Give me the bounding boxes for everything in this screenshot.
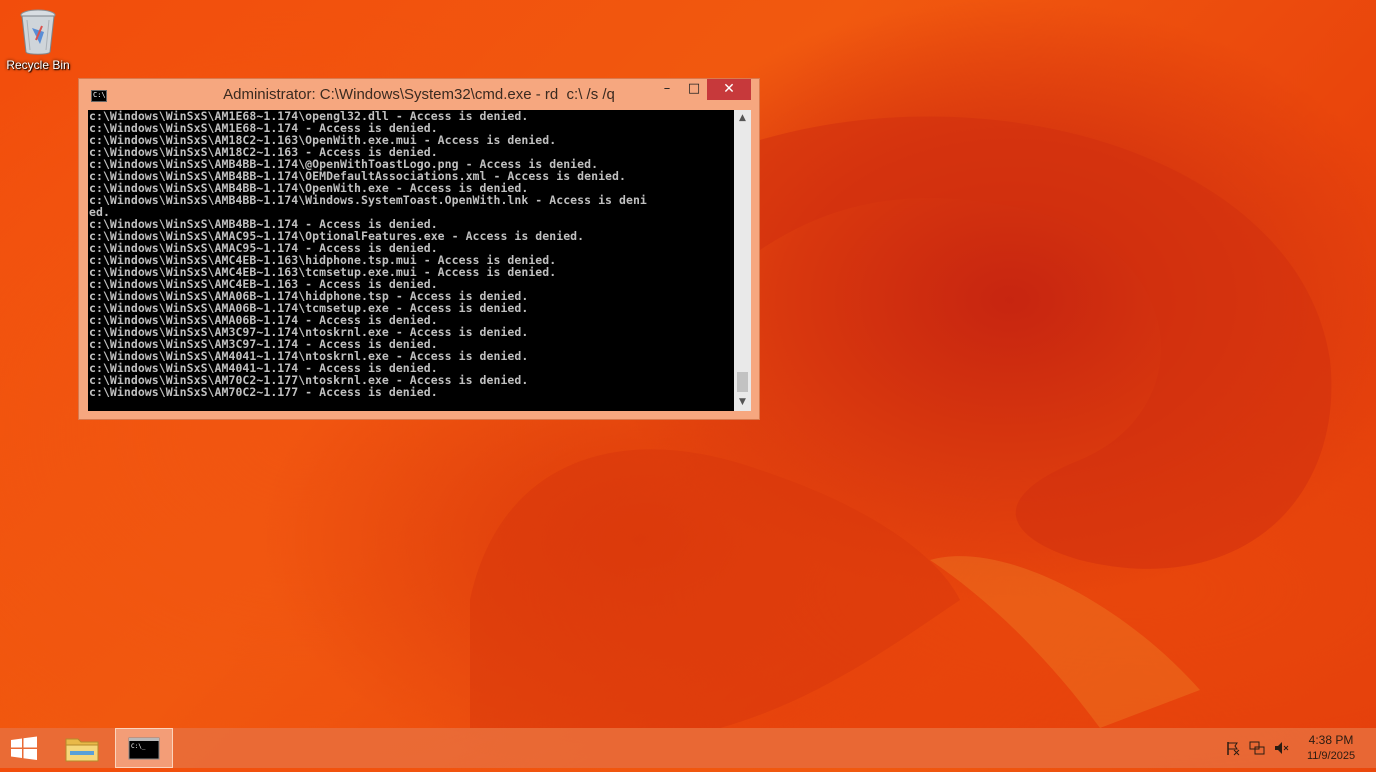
minimize-button[interactable]: –: [653, 79, 681, 100]
taskbar: C:\_ 4:38 PM 11/9/2025: [0, 728, 1376, 768]
cmd-window[interactable]: C:\ Administrator: C:\Windows\System32\c…: [78, 78, 760, 420]
command-prompt-taskbar-button[interactable]: C:\_: [115, 728, 173, 768]
window-titlebar[interactable]: C:\ Administrator: C:\Windows\System32\c…: [79, 79, 759, 109]
speaker-muted-icon[interactable]: [1273, 740, 1289, 756]
svg-text:C:\_: C:\_: [131, 743, 146, 750]
windows-logo-icon: [11, 736, 37, 760]
file-explorer-button[interactable]: [58, 728, 106, 768]
taskbar-clock[interactable]: 4:38 PM 11/9/2025: [1296, 732, 1366, 764]
cmd-icon: C:\_: [128, 737, 160, 760]
network-icon[interactable]: [1249, 740, 1265, 756]
maximize-button[interactable]: □: [681, 79, 707, 100]
desktop-icon-recycle-bin[interactable]: Recycle Bin: [6, 6, 70, 72]
start-button[interactable]: [0, 728, 48, 768]
close-button[interactable]: ✕: [707, 79, 751, 100]
recycle-bin-icon: [20, 9, 56, 55]
action-center-flag-icon[interactable]: [1225, 740, 1241, 756]
folder-icon: [65, 738, 99, 762]
scroll-thumb[interactable]: [737, 372, 748, 392]
console-output[interactable]: c:\Windows\WinSxS\AM1E68~1.174\opengl32.…: [88, 110, 734, 411]
clock-time: 4:38 PM: [1308, 733, 1354, 747]
vertical-scrollbar[interactable]: ▲ ▼: [734, 110, 751, 411]
scroll-up-button[interactable]: ▲: [734, 110, 751, 127]
scroll-down-button[interactable]: ▼: [734, 394, 751, 411]
console-line: c:\Windows\WinSxS\AMB4BB~1.174\Windows.S…: [89, 193, 647, 207]
desktop-icon-label: Recycle Bin: [6, 58, 70, 72]
clock-date: 11/9/2025: [1306, 750, 1356, 762]
console-text: c:\Windows\WinSxS\AM1E68~1.174\opengl32.…: [88, 110, 734, 398]
console-line: c:\Windows\WinSxS\AM70C2~1.177 - Access …: [89, 385, 438, 399]
